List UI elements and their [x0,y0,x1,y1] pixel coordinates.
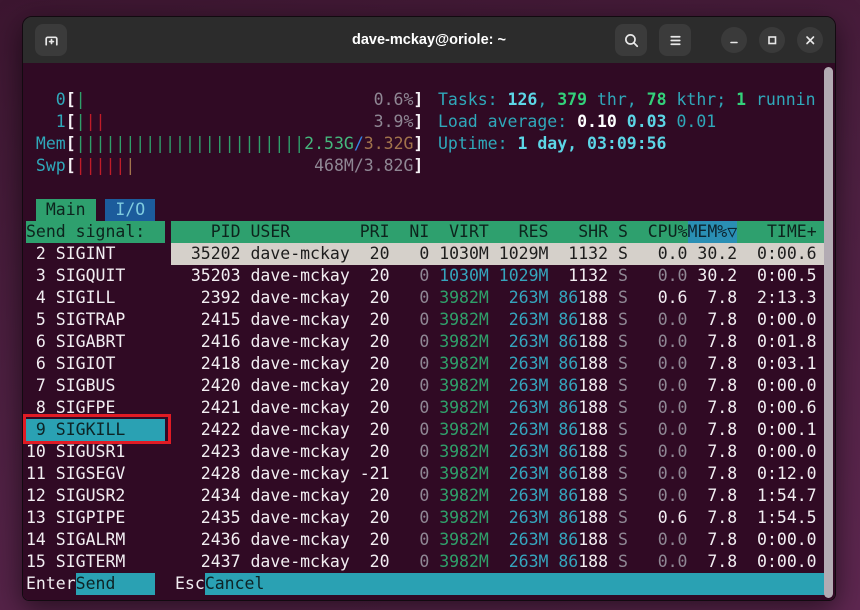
signal-item[interactable]: 12SIGUSR2 [26,485,165,507]
tab-io[interactable]: I/O [105,199,155,221]
signal-item[interactable]: 15SIGTERM [26,551,165,573]
running-count: 1 [736,89,746,111]
close-button[interactable] [797,27,823,53]
signal-item[interactable]: 11SIGSEGV [26,463,165,485]
process-row[interactable]: 35202dave-mckay2001030M1029M1132S0.030.2… [171,243,829,265]
tasks-count: 126 [508,89,538,111]
new-tab-icon [43,32,60,49]
process-row[interactable]: 2434dave-mckay2003982M263M86188S0.07.81:… [171,485,829,507]
memory-used-value: 2.53G [304,133,354,155]
minimize-icon [727,33,741,47]
load-1min: 0.10 [577,111,617,133]
process-row[interactable]: 2428dave-mckay-2103982M263M86188S0.07.80… [171,463,829,485]
hamburger-menu-icon [667,32,684,49]
swap-label: Swp [26,155,66,177]
header-time[interactable]: TIME+ [737,221,816,243]
header-pri[interactable]: PRI [350,221,390,243]
cpu1-bar-ticks-kernel: || [86,111,106,133]
process-row[interactable]: 2416dave-mckay2003982M263M86188S0.07.80:… [171,331,829,353]
load-15min: 0.01 [676,111,716,133]
scrollbar[interactable] [824,67,833,598]
cpu1-percent: 3.9% [374,111,414,133]
process-row[interactable]: 35203dave-mckay2001030M1029M1132S0.030.2… [171,265,829,287]
header-ni[interactable]: NI [390,221,430,243]
memory-label: Mem [26,133,66,155]
process-row[interactable]: 2423dave-mckay2003982M263M86188S0.07.80:… [171,441,829,463]
signal-item[interactable]: 14SIGALRM [26,529,165,551]
search-button[interactable] [615,24,647,56]
cpu1-bar-ticks-normal: | [76,111,86,133]
terminal-content: 0[|0.6%] 1[|||3.9%] Mem[||||||||||||||||… [23,63,836,601]
cpu0-meter: 0[|0.6%] [26,89,423,111]
header-state[interactable]: S [608,221,628,243]
maximize-button[interactable] [759,27,785,53]
function-bar: EnterSend EscCancel [26,573,829,595]
signal-item[interactable]: 6SIGABRT [26,331,165,353]
maximize-icon [765,33,779,47]
signal-item[interactable]: 5SIGTRAP [26,309,165,331]
load-5min: 0.03 [627,111,667,133]
header-pid[interactable]: PID [171,221,241,243]
signal-item[interactable]: 4SIGILL [26,287,165,309]
uptime: Uptime: 1 day, 03:09:56 [438,133,667,155]
header-virt[interactable]: VIRT [429,221,489,243]
header-mem-sorted[interactable]: MEM%▽ [688,221,738,243]
new-tab-button[interactable] [35,24,67,56]
threads-count: 379 [557,89,587,111]
process-row[interactable]: 2421dave-mckay2003982M263M86188S0.07.80:… [171,397,829,419]
signal-item[interactable]: 7SIGBUS [26,375,165,397]
titlebar: dave-mckay@oriole: ~ [23,17,835,63]
signal-item[interactable]: 10SIGUSR1 [26,441,165,463]
process-row[interactable]: 2415dave-mckay2003982M263M86188S0.07.80:… [171,309,829,331]
tab-main[interactable]: Main [36,199,96,221]
process-row[interactable]: 2435dave-mckay2003982M263M86188S0.67.81:… [171,507,829,529]
process-row[interactable]: 2436dave-mckay2003982M263M86188S0.07.80:… [171,529,829,551]
process-row[interactable]: 2422dave-mckay2003982M263M86188S0.07.80:… [171,419,829,441]
signal-item[interactable]: 6SIGIOT [26,353,165,375]
memory-bar-ticks: ||||||||||||||||||||||| [76,133,304,155]
cpu1-label: 1 [26,111,66,133]
signal-item[interactable]: 13SIGPIPE [26,507,165,529]
enter-key-label: Enter [26,573,76,595]
send-button[interactable]: Send [76,573,155,595]
process-row[interactable]: 2392dave-mckay2003982M263M86188S0.67.82:… [171,287,829,309]
close-icon [803,33,817,47]
cpu1-meter: 1[|||3.9%] [26,111,423,133]
process-row[interactable]: 2420dave-mckay2003982M263M86188S0.07.80:… [171,375,829,397]
uptime-value: 1 day, 03:09:56 [517,133,666,155]
swap-bar-ticks-cache: | [125,155,135,177]
signal-item[interactable]: 3SIGQUIT [26,265,165,287]
menu-button[interactable] [659,24,691,56]
memory-meter: Mem[|||||||||||||||||||||||2.53G/3.32G] [26,133,423,155]
header-res[interactable]: RES [489,221,549,243]
signal-item[interactable]: 2SIGINT [26,243,165,265]
swap-bar-ticks: ||||| [76,155,126,177]
tasks-summary: Tasks: 126, 379 thr, 78 kthr; 1 runnin [438,89,816,111]
search-icon [623,32,640,49]
signal-item[interactable]: 9SIGKILL [26,419,165,441]
signal-item[interactable]: 8SIGFPE [26,397,165,419]
swap-meter: Swp[||||||468M/3.82G] [26,155,423,177]
cpu0-percent: 0.6% [374,89,414,111]
header-user[interactable]: USER [241,221,350,243]
header-shr[interactable]: SHR [548,221,608,243]
minimize-button[interactable] [721,27,747,53]
cpu0-bar-ticks: | [76,89,86,111]
signal-panel-title: Send signal: [26,221,165,243]
process-table-header: PIDUSERPRINIVIRTRESSHRSCPU%MEM%▽TIME+ [171,221,829,243]
load-average: Load average: 0.10 0.03 0.01 [438,111,716,133]
esc-key-label: Esc [175,573,205,595]
memory-total-value: 3.32G [364,133,414,155]
process-row[interactable]: 2437dave-mckay2003982M263M86188S0.07.80:… [171,551,829,573]
process-table: PIDUSERPRINIVIRTRESSHRSCPU%MEM%▽TIME+ 35… [171,221,829,573]
header-cpu[interactable]: CPU% [628,221,688,243]
signal-list: 2SIGINT 3SIGQUIT 4SIGILL 5SIGTRAP 6SIGAB… [26,243,165,573]
kernel-threads-count: 78 [647,89,667,111]
cancel-button[interactable]: Cancel [205,573,829,595]
swap-usage-value: 468M/3.82G [314,155,413,177]
terminal-window: dave-mckay@oriole: ~ 0[|0.6%] [22,16,836,601]
screen-tabs: Main I/O [26,199,155,221]
cpu0-label: 0 [26,89,66,111]
process-row[interactable]: 2418dave-mckay2003982M263M86188S0.07.80:… [171,353,829,375]
